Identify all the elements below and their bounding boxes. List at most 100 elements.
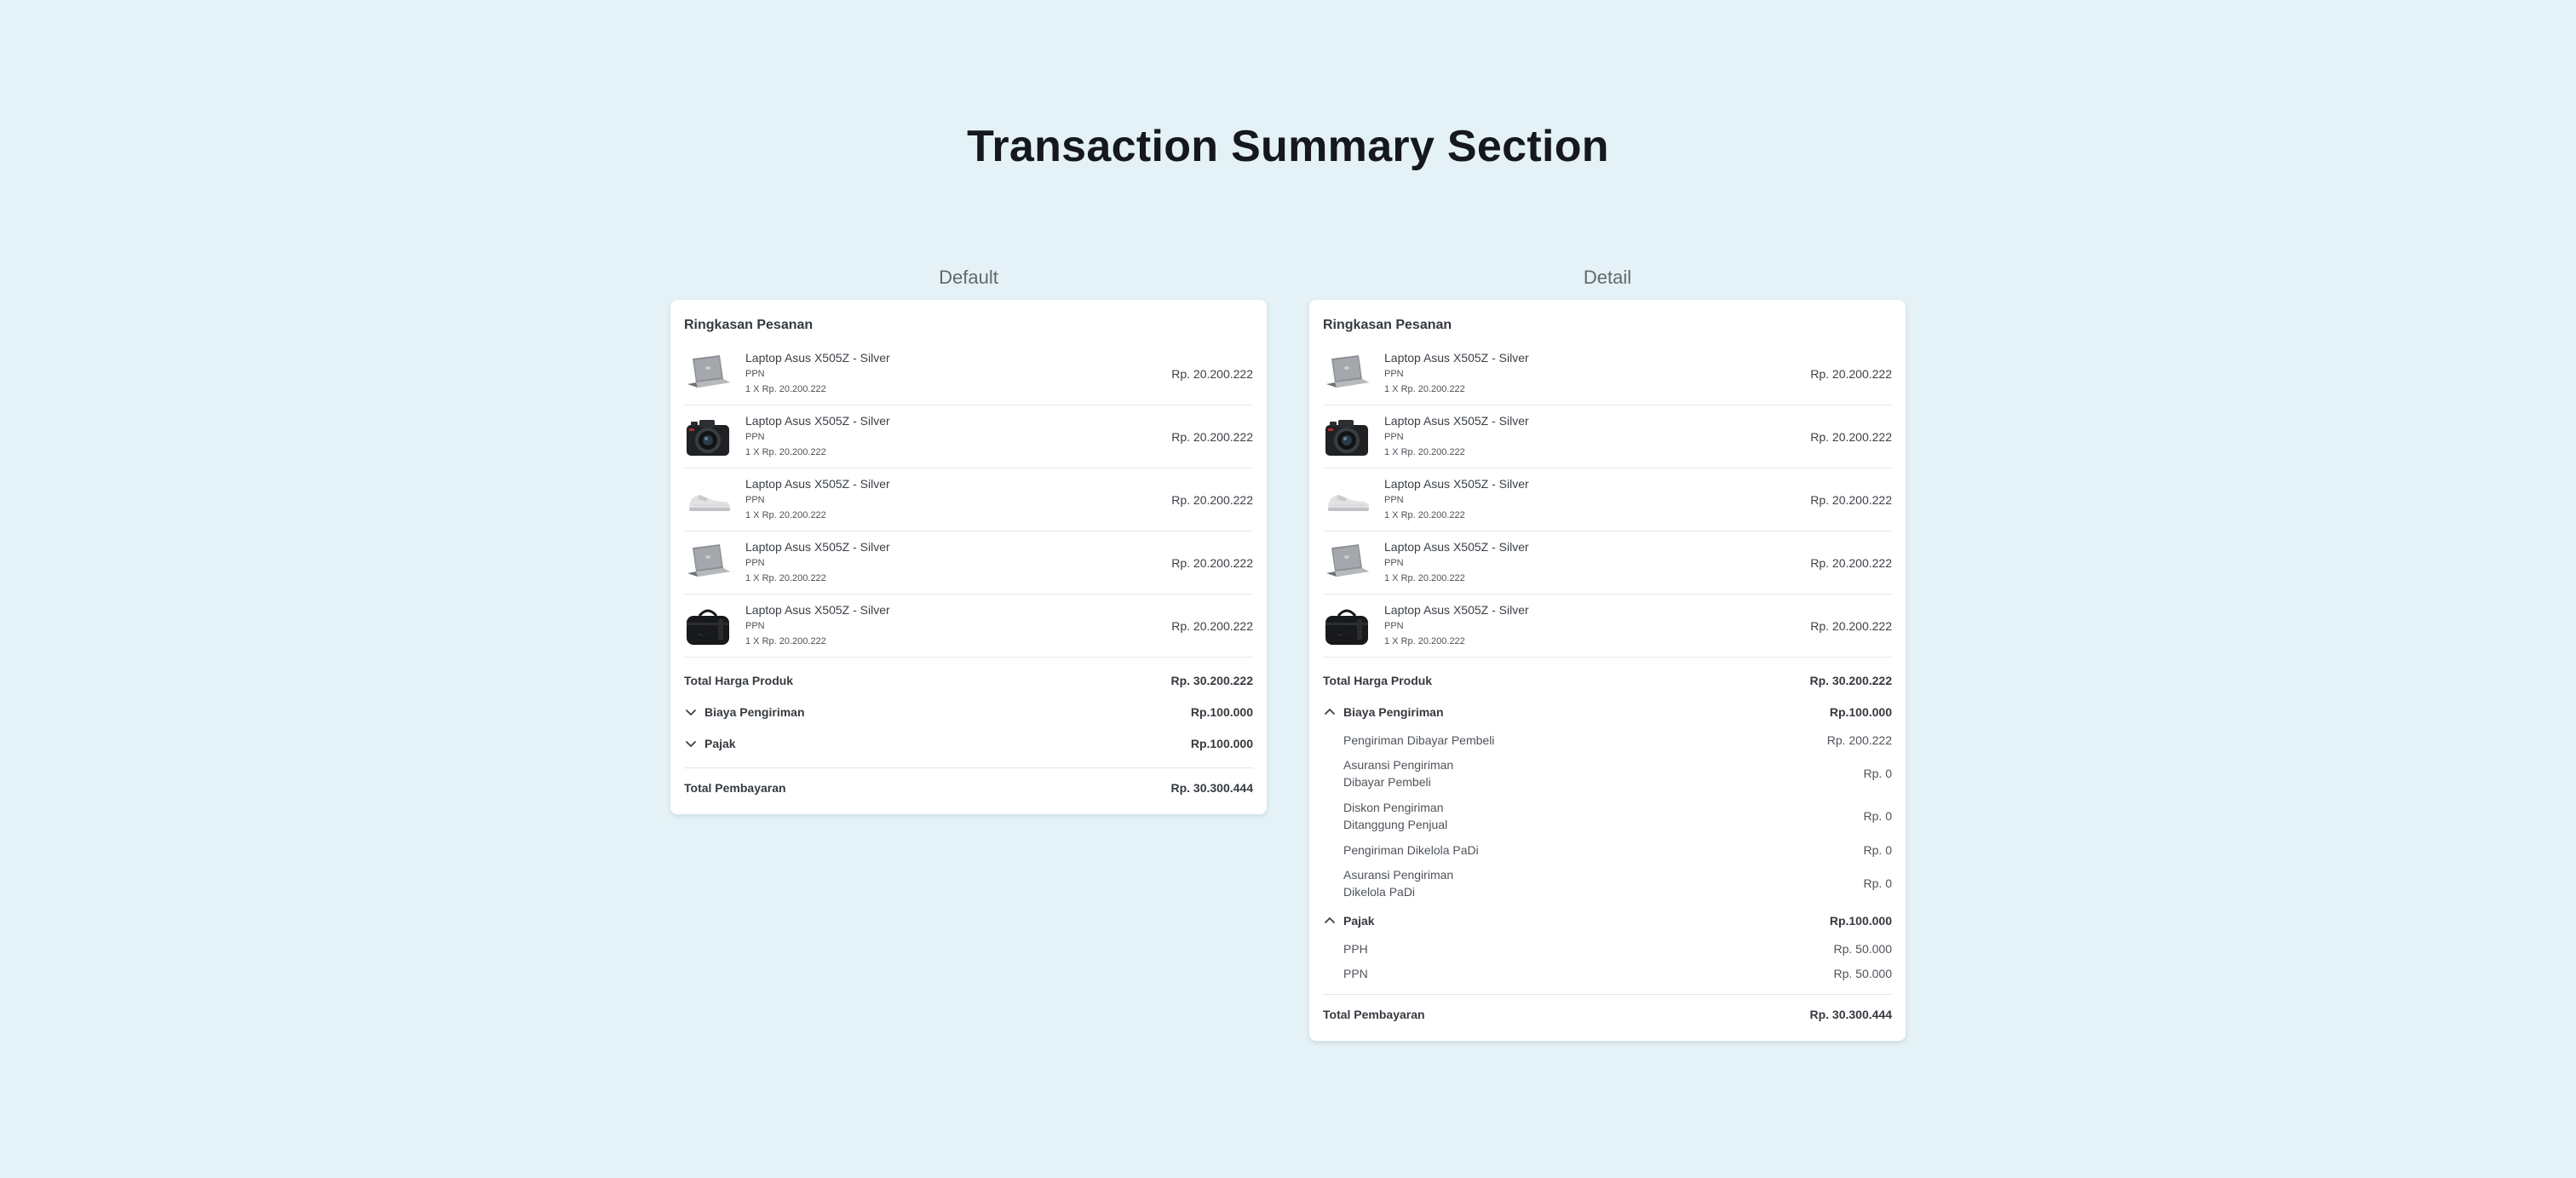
shipping-detail-label: Pengiriman Dikelola PaDi bbox=[1343, 842, 1479, 857]
product-image-laptop bbox=[1323, 350, 1371, 398]
page-title: Transaction Summary Section bbox=[967, 122, 1609, 171]
shipping-toggle[interactable]: Biaya Pengiriman Rp.100.000 bbox=[1323, 696, 1892, 727]
product-image-laptop bbox=[1323, 539, 1371, 587]
product-name: Laptop Asus X505Z - Silver bbox=[1384, 603, 1529, 617]
product-qty-price: 1 X Rp. 20.200.222 bbox=[745, 573, 826, 583]
product-item: Laptop Asus X505Z - Silver PPN 1 X Rp. 20.… bbox=[684, 342, 1253, 405]
tax-label: Pajak bbox=[1343, 913, 1375, 928]
panel-label: Default bbox=[939, 267, 998, 288]
shipping-label: Biaya Pengiriman bbox=[1343, 704, 1444, 719]
shipping-detail-value: Rp. 0 bbox=[1863, 842, 1892, 857]
product-image-sneaker bbox=[684, 476, 732, 524]
product-name: Laptop Asus X505Z - Silver bbox=[745, 477, 890, 491]
product-item: Laptop Asus X505Z - Silver PPN 1 X Rp. 20.… bbox=[1323, 468, 1892, 532]
shipping-detail-row: Asuransi Pengiriman Dibayar Pembeli Rp. 0 bbox=[1323, 752, 1892, 795]
product-image-camera bbox=[1323, 413, 1371, 461]
product-price: Rp. 20.200.222 bbox=[1810, 555, 1892, 570]
product-tax: PPN bbox=[745, 432, 765, 442]
product-item: Laptop Asus X505Z - Silver PPN 1 X Rp. 20.… bbox=[1323, 342, 1892, 405]
order-summary-card: Ringkasan Pesanan Laptop Asus X505Z - Sil… bbox=[670, 300, 1267, 814]
shipping-detail-label: Ditanggung Penjual bbox=[1343, 818, 1448, 831]
product-name: Laptop Asus X505Z - Silver bbox=[745, 540, 890, 554]
shipping-value: Rp.100.000 bbox=[1190, 704, 1253, 719]
product-name: Laptop Asus X505Z - Silver bbox=[745, 351, 890, 365]
product-price: Rp. 20.200.222 bbox=[1171, 555, 1253, 570]
shipping-detail-value: Rp. 0 bbox=[1863, 876, 1892, 890]
total-product-label: Total Harga Produk bbox=[1323, 673, 1433, 687]
product-name: Laptop Asus X505Z - Silver bbox=[1384, 414, 1529, 428]
order-summary-card: Ringkasan Pesanan Laptop Asus X505Z - Sil… bbox=[1309, 300, 1906, 1041]
product-image-laptop bbox=[684, 539, 732, 587]
product-tax: PPN bbox=[1384, 432, 1404, 442]
shipping-detail-label: Asuransi Pengiriman bbox=[1343, 758, 1454, 772]
total-payment-label: Total Pembayaran bbox=[1323, 1008, 1425, 1021]
product-image-camera bbox=[684, 413, 732, 461]
shipping-detail-row: Diskon Pengiriman Ditanggung Penjual Rp. 0 bbox=[1323, 795, 1892, 837]
product-tax: PPN bbox=[745, 495, 765, 505]
product-price: Rp. 20.200.222 bbox=[1171, 429, 1253, 444]
product-tax: PPN bbox=[1384, 369, 1404, 379]
product-price: Rp. 20.200.222 bbox=[1171, 492, 1253, 507]
shipping-detail-value: Rp. 0 bbox=[1863, 767, 1892, 780]
card-title: Ringkasan Pesanan bbox=[684, 318, 814, 332]
shipping-detail-label: Dikelola PaDi bbox=[1343, 885, 1416, 899]
shipping-label: Biaya Pengiriman bbox=[704, 704, 805, 719]
default-panel: Default Ringkasan Pesanan Laptop Asus X505… bbox=[670, 264, 1267, 814]
product-item: Laptop Asus X505Z - Silver PPN 1 X Rp. 20.… bbox=[1323, 405, 1892, 468]
product-tax: PPN bbox=[745, 369, 765, 379]
tax-detail-value: Rp. 50.000 bbox=[1833, 966, 1893, 980]
product-price: Rp. 20.200.222 bbox=[1171, 366, 1253, 381]
tax-label: Pajak bbox=[704, 736, 736, 750]
product-qty-price: 1 X Rp. 20.200.222 bbox=[1384, 573, 1465, 583]
product-name: Laptop Asus X505Z - Silver bbox=[1384, 351, 1529, 365]
product-qty-price: 1 X Rp. 20.200.222 bbox=[1384, 447, 1465, 457]
product-item: Laptop Asus X505Z - Silver PPN 1 X Rp. 20.… bbox=[1323, 595, 1892, 658]
shipping-detail-row: Pengiriman Dibayar Pembeli Rp. 200.222 bbox=[1323, 727, 1892, 752]
total-payment-value: Rp. 30.300.444 bbox=[1809, 1008, 1892, 1021]
product-price: Rp. 20.200.222 bbox=[1171, 618, 1253, 633]
product-price: Rp. 20.200.222 bbox=[1810, 492, 1892, 507]
product-name: Laptop Asus X505Z - Silver bbox=[1384, 477, 1529, 491]
total-payment-value: Rp. 30.300.444 bbox=[1170, 781, 1253, 795]
tax-detail-label: PPH bbox=[1343, 941, 1368, 956]
shipping-detail-value: Rp. 200.222 bbox=[1826, 733, 1892, 747]
chevron-up-icon bbox=[1325, 708, 1335, 715]
product-qty-price: 1 X Rp. 20.200.222 bbox=[745, 447, 826, 457]
product-item: Laptop Asus X505Z - Silver PPN 1 X Rp. 20.… bbox=[1323, 532, 1892, 595]
tax-value: Rp.100.000 bbox=[1829, 913, 1892, 928]
product-tax: PPN bbox=[745, 558, 765, 568]
product-tax: PPN bbox=[745, 621, 765, 631]
shipping-detail-row: Pengiriman Dikelola PaDi Rp. 0 bbox=[1323, 837, 1892, 862]
product-qty-price: 1 X Rp. 20.200.222 bbox=[1384, 384, 1465, 394]
product-image-duffel-bag bbox=[1323, 602, 1371, 650]
product-price: Rp. 20.200.222 bbox=[1810, 366, 1892, 381]
total-payment-label: Total Pembayaran bbox=[684, 781, 786, 795]
tax-detail-label: PPN bbox=[1343, 966, 1368, 980]
product-item: Laptop Asus X505Z - Silver PPN 1 X Rp. 20.… bbox=[684, 532, 1253, 595]
total-product-row: Total Harga Produk Rp. 30.200.222 bbox=[684, 664, 1253, 696]
product-item: Laptop Asus X505Z - Silver PPN 1 X Rp. 20.… bbox=[684, 468, 1253, 532]
product-price: Rp. 20.200.222 bbox=[1810, 618, 1892, 633]
total-product-value: Rp. 30.200.222 bbox=[1170, 673, 1253, 687]
chevron-down-icon bbox=[686, 740, 696, 747]
product-item: Laptop Asus X505Z - Silver PPN 1 X Rp. 20.… bbox=[684, 405, 1253, 468]
product-tax: PPN bbox=[1384, 558, 1404, 568]
chevron-down-icon bbox=[686, 709, 696, 715]
product-tax: PPN bbox=[1384, 621, 1404, 631]
shipping-toggle[interactable]: Biaya Pengiriman Rp.100.000 bbox=[684, 696, 1253, 727]
shipping-detail-value: Rp. 0 bbox=[1863, 809, 1892, 823]
total-payment-row: Total Pembayaran Rp. 30.300.444 bbox=[684, 768, 1253, 807]
tax-toggle[interactable]: Pajak Rp.100.000 bbox=[1323, 905, 1892, 936]
shipping-detail-label: Asuransi Pengiriman bbox=[1343, 868, 1454, 882]
card-title: Ringkasan Pesanan bbox=[1323, 318, 1452, 332]
product-qty-price: 1 X Rp. 20.200.222 bbox=[1384, 636, 1465, 646]
shipping-detail-label: Dibayar Pembeli bbox=[1343, 775, 1431, 789]
total-payment-row: Total Pembayaran Rp. 30.300.444 bbox=[1323, 995, 1892, 1034]
total-product-value: Rp. 30.200.222 bbox=[1809, 673, 1892, 687]
product-qty-price: 1 X Rp. 20.200.222 bbox=[745, 636, 826, 646]
shipping-detail-label: Diskon Pengiriman bbox=[1343, 801, 1444, 814]
product-name: Laptop Asus X505Z - Silver bbox=[745, 414, 890, 428]
tax-value: Rp.100.000 bbox=[1190, 736, 1253, 750]
product-name: Laptop Asus X505Z - Silver bbox=[745, 603, 890, 617]
tax-toggle[interactable]: Pajak Rp.100.000 bbox=[684, 727, 1253, 759]
